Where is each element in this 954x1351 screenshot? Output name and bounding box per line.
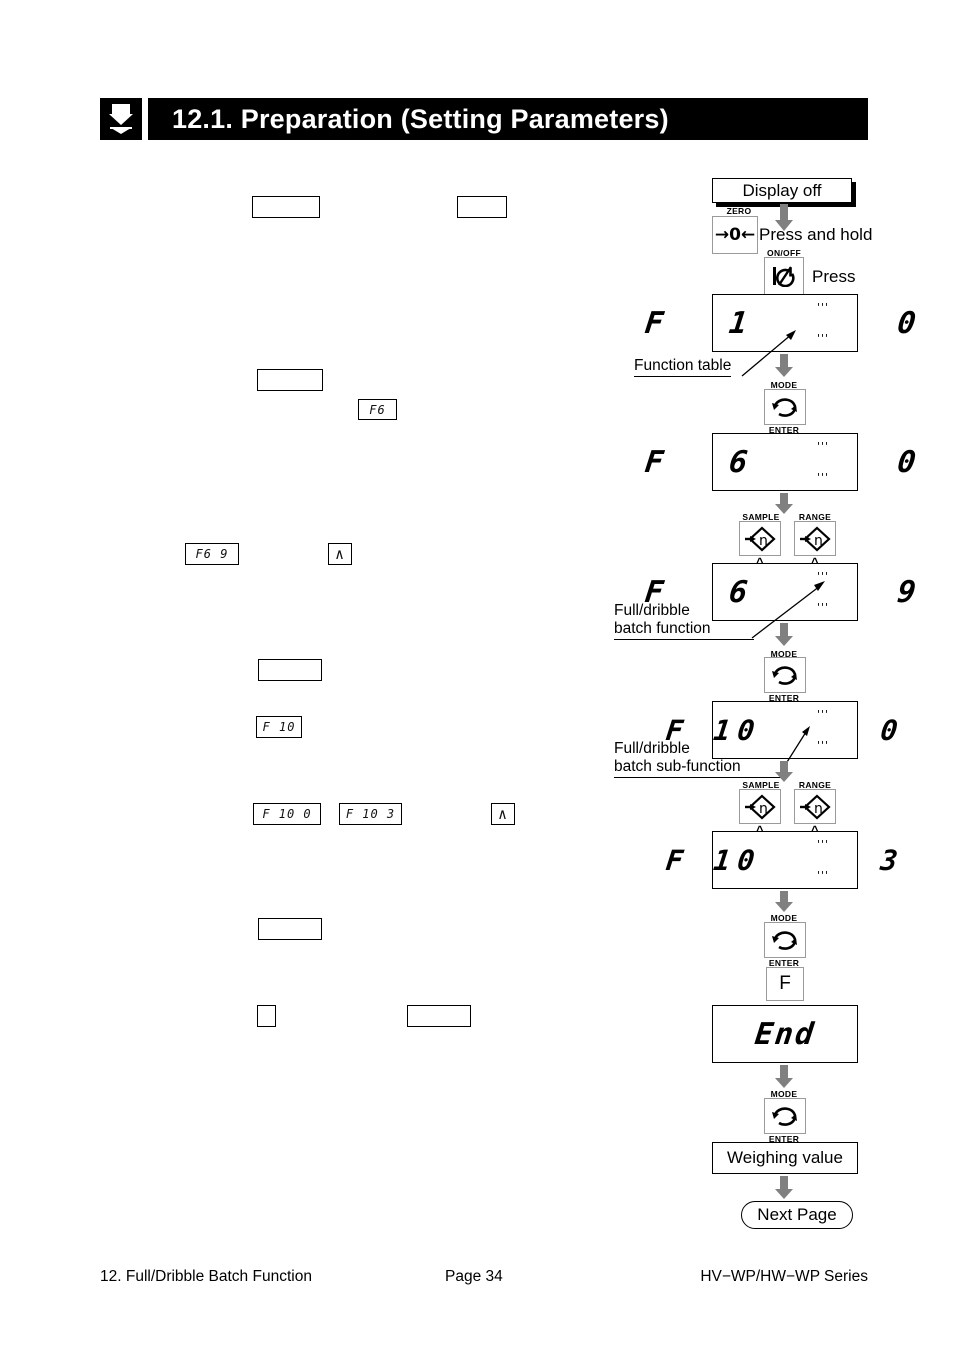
svg-text:n: n (759, 801, 768, 817)
redacted-text-box-3 (257, 369, 323, 391)
inline-lcd-ref-up-arrow-2: ∧ (491, 803, 515, 825)
mode-circular-arrow-icon (772, 1107, 797, 1126)
document-page: 12.1. Preparation (Setting Parameters) F… (0, 0, 954, 1351)
mode-circular-arrow-icon (772, 398, 797, 417)
sample-key-1[interactable]: n (739, 521, 781, 556)
callout-full-dribble-batch-function: Full/dribble batch function (614, 602, 754, 640)
inline-lcd-ref-f6: F6 (358, 399, 397, 420)
onoff-key[interactable] (764, 257, 804, 295)
flow-arrow-2 (774, 354, 794, 383)
callout-sub-line-1: Full/dribble (614, 740, 690, 757)
power-icon (773, 266, 795, 287)
batch-down-arrow-icon (100, 98, 142, 140)
inline-lcd-ref-up-arrow-1: ∧ (328, 543, 352, 565)
blink-marks-bottom-2: ''' (817, 471, 830, 484)
blink-marks-top-2: ''' (817, 440, 830, 453)
callout-line-2: batch function (614, 620, 711, 637)
flow-display-f10-3: F 10 3 (664, 831, 906, 889)
page-footer: 12. Full/Dribble Batch Function Page 34 … (100, 1268, 868, 1292)
lcd-text-end: End (752, 1016, 818, 1052)
callout-full-dribble-batch-subfunction: Full/dribble batch sub-function (614, 740, 786, 778)
footer-center: Page 34 (445, 1268, 503, 1285)
redacted-text-box-7 (407, 1005, 471, 1027)
blink-marks-bottom-1: ''' (817, 332, 830, 345)
redacted-text-box-2 (457, 196, 507, 218)
svg-text:n: n (814, 801, 823, 817)
blink-marks-top-1: ''' (817, 301, 830, 314)
f-key[interactable]: F (766, 967, 804, 1001)
sample-key-2[interactable]: n (739, 789, 781, 824)
mode-enter-key-2[interactable] (764, 657, 806, 693)
mode-circular-arrow-icon (772, 931, 797, 950)
lcd-text-f10-3: F 10 3 (663, 843, 907, 877)
footer-right: HV−WP/HW−WP Series (700, 1268, 868, 1285)
callout-sub-line-2: batch sub-function (614, 758, 741, 775)
redacted-text-box-1 (252, 196, 320, 218)
mode-enter-key-1[interactable] (764, 389, 806, 425)
range-key-2[interactable]: n (794, 789, 836, 824)
blink-marks-top-5: ''' (817, 838, 830, 851)
svg-text:n: n (814, 533, 823, 549)
lcd-text-f6-0: F 6 0 (642, 444, 928, 480)
inline-lcd-ref-f10-0: F 10 0 (253, 803, 321, 825)
mode-enter-key-3[interactable] (764, 922, 806, 958)
inline-lcd-ref-f10: F 10 (256, 716, 302, 738)
sample-diamond-icon: n (745, 526, 776, 551)
blink-marks-bottom-4: ''' (817, 739, 830, 752)
svg-text:n: n (759, 533, 768, 549)
flow-display-off-box: Display off (712, 178, 852, 203)
range-key-1[interactable]: n (794, 521, 836, 556)
weighing-value-label: Weighing value (727, 1148, 843, 1167)
page-title: 12.1. Preparation (Setting Parameters) (172, 104, 669, 134)
range-diamond-icon: n (800, 526, 831, 551)
callout-line-1: Full/dribble (614, 602, 690, 619)
redacted-text-box-5 (258, 918, 322, 940)
zero-key-label: ZERO (726, 206, 752, 216)
flow-display-f6-0: F 6 0 (643, 433, 927, 491)
press-label: Press (812, 267, 856, 286)
inline-lcd-ref-f6-9: F6 9 (185, 543, 239, 565)
section-header: 12.1. Preparation (Setting Parameters) (100, 98, 868, 140)
blink-marks-top-4: ''' (817, 708, 830, 721)
flow-next-page-pill[interactable]: Next Page (741, 1201, 853, 1229)
flow-arrow-4 (774, 623, 794, 652)
f-key-label: F (779, 973, 791, 994)
footer-left: 12. Full/Dribble Batch Function (100, 1268, 312, 1285)
blink-marks-bottom-5: ''' (817, 869, 830, 882)
redacted-text-box-4 (258, 659, 322, 681)
zero-key-glyph: →0← (714, 225, 756, 245)
procedure-flowchart: Display off ZERO →0← Press and hold ON/O… (600, 168, 927, 1238)
redacted-text-box-6 (257, 1005, 276, 1027)
next-page-label: Next Page (757, 1205, 837, 1224)
display-off-label: Display off (742, 180, 822, 200)
zero-key[interactable]: →0← (712, 216, 758, 254)
mode-enter-key-4[interactable] (764, 1098, 806, 1134)
flow-weighing-value-box: Weighing value (712, 1142, 858, 1174)
mode-circular-arrow-icon (772, 666, 797, 685)
flow-display-end: End (712, 1005, 858, 1063)
callout-function-table: Function table (634, 357, 732, 377)
sample-diamond-icon: n (745, 794, 776, 819)
range-diamond-icon: n (800, 794, 831, 819)
inline-lcd-ref-f10-3: F 10 3 (339, 803, 402, 825)
press-and-hold-label: Press and hold (759, 225, 873, 244)
